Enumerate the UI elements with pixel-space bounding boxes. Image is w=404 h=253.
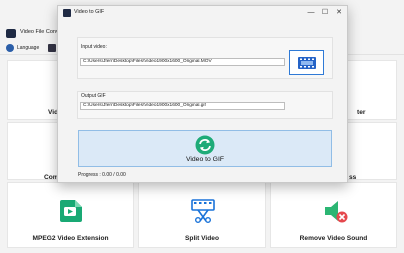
tile-partial-label: ss bbox=[349, 174, 357, 181]
input-video-path-field[interactable]: C:\Users\Jferr\Desktop\Files\Video1900x1… bbox=[80, 58, 285, 66]
film-scissors-icon bbox=[191, 199, 215, 223]
globe-icon bbox=[6, 44, 14, 52]
video-to-gif-button[interactable]: Video to GIF bbox=[78, 130, 332, 167]
tile-label: MPEG2 Video Extension bbox=[32, 235, 109, 242]
film-strip-icon bbox=[297, 56, 316, 69]
video-to-gif-button-label: Video to GIF bbox=[185, 156, 225, 163]
screen: Video File Converter Language A Vid ter bbox=[0, 0, 404, 253]
menu-language[interactable]: Language bbox=[6, 44, 39, 52]
app-icon bbox=[6, 29, 16, 38]
app-icon bbox=[63, 9, 71, 17]
minimize-button[interactable]: — bbox=[304, 8, 318, 18]
close-button[interactable]: ✕ bbox=[332, 8, 346, 18]
output-gif-label: Output GIF bbox=[81, 93, 106, 99]
tile-label: Split Video bbox=[185, 235, 219, 242]
tile-mpeg2-video-extension[interactable]: MPEG2 Video Extension bbox=[7, 182, 134, 248]
dialog-titlebar: Video to GIF — ☐ ✕ bbox=[58, 6, 347, 20]
app-icon bbox=[48, 44, 56, 52]
tile-remove-video-sound[interactable]: Remove Video Sound bbox=[270, 182, 397, 248]
video-to-gif-dialog: Video to GIF — ☐ ✕ Input video: C:\Users… bbox=[57, 5, 348, 183]
maximize-button[interactable]: ☐ bbox=[318, 8, 332, 18]
sync-icon bbox=[195, 135, 215, 155]
tile-label: Remove Video Sound bbox=[299, 235, 368, 242]
input-video-label: Input video: bbox=[81, 44, 107, 50]
output-gif-path-field[interactable]: C:\Users\Jferr\Desktop\Files\Video1900x1… bbox=[80, 102, 285, 110]
dialog-title: Video to GIF bbox=[74, 9, 105, 15]
mute-speaker-icon bbox=[325, 201, 348, 223]
tile-split-video[interactable]: Split Video bbox=[138, 182, 266, 248]
video-file-icon bbox=[60, 200, 82, 222]
progress-text: Progress : 0.00 / 0.00 bbox=[78, 172, 126, 178]
menu-language-label: Language bbox=[17, 45, 40, 51]
browse-input-button[interactable] bbox=[289, 50, 324, 75]
tile-partial-label: ter bbox=[357, 109, 366, 116]
